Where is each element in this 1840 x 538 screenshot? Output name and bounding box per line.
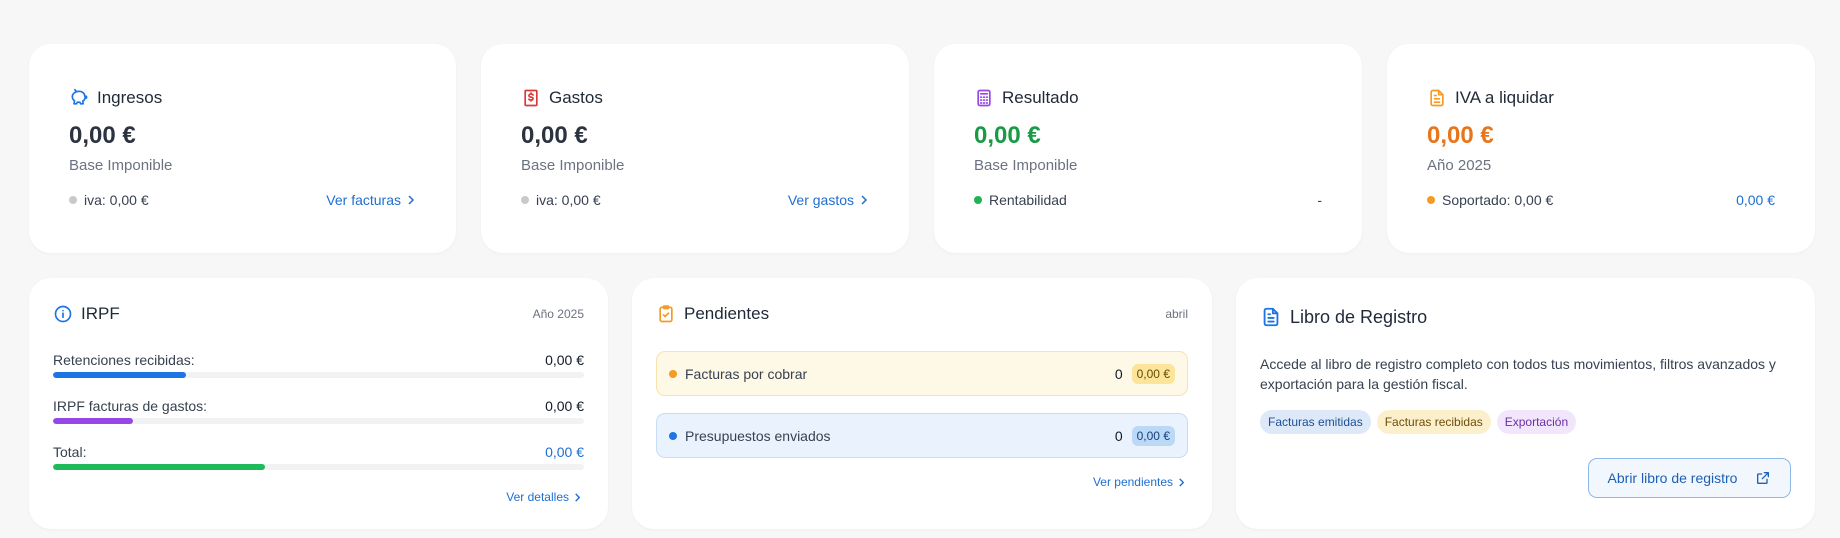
row-label: Total: [53,444,87,460]
receipt-dollar-icon [521,88,541,108]
status-dot [1427,196,1435,204]
irpf-year: Año 2025 [532,307,584,321]
irpf-header: IRPF Año 2025 [53,304,584,324]
stat-footer-text: iva: 0,00 € [536,192,601,208]
libro-tags: Facturas emitidas Facturas recibidas Expor… [1260,410,1582,434]
progress-bar [53,464,584,470]
row-label: IRPF facturas de gastos: [53,398,208,414]
status-dot [521,196,529,204]
stat-footer: iva: 0,00 € Ver facturas [69,192,416,208]
item-label: Presupuestos enviados [685,427,831,444]
row-value: 0,00 € [545,398,584,414]
iva-amount-link[interactable]: 0,00 € [1736,192,1775,208]
irpf-card: IRPF Año 2025 Retenciones recibidas: 0,00… [29,278,608,529]
calculator-icon [974,88,994,108]
row-value: 0,00 € [545,444,584,460]
chevron-right-icon [1179,477,1185,487]
stat-value: 0,00 € [1427,122,1494,149]
libro-description: Accede al libro de registro completo con… [1260,356,1776,392]
progress-bar [53,372,584,378]
stat-subtitle: Base Imponible [521,157,625,174]
libro-header: Libro de Registro [1260,306,1791,328]
stat-title: IVA a liquidar [1455,88,1554,107]
item-label: Facturas por cobrar [685,365,808,382]
progress-bar [53,418,584,424]
status-dot [69,196,77,204]
stat-header: Ingresos [69,88,162,108]
libro-title: Libro de Registro [1290,306,1428,327]
stat-subtitle: Base Imponible [974,157,1078,174]
item-count: 0 [1114,427,1123,444]
external-link-icon [1755,470,1771,486]
irpf-total-row: Total: 0,00 € [53,444,584,470]
stat-card-iva: IVA a liquidar 0,00 € Año 2025 Soportado… [1387,44,1815,253]
stat-footer-text: Rentabilidad [989,192,1067,208]
stat-title: Gastos [549,88,603,107]
abrir-libro-button[interactable]: Abrir libro de registro [1588,458,1791,498]
irpf-title: IRPF [81,304,120,323]
button-label: Abrir libro de registro [1607,470,1738,486]
status-dot [974,196,982,204]
item-count: 0 [1114,365,1123,382]
ver-gastos-link[interactable]: Ver gastos [788,192,869,208]
status-dot [669,369,677,378]
stat-card-resultado: Resultado 0,00 € Base Imponible Rentabil… [934,44,1362,253]
ver-facturas-link[interactable]: Ver facturas [326,192,416,208]
stat-value: 0,00 € [69,122,136,149]
facturas-por-cobrar-item[interactable]: Facturas por cobrar 0 0,00 € [656,351,1188,396]
stat-card-ingresos: Ingresos 0,00 € Base Imponible iva: 0,00… [29,44,456,253]
progress-fill [53,372,186,378]
stat-header: Gastos [521,88,603,108]
libro-registro-card: Libro de Registro Accede al libro de reg… [1236,278,1815,529]
stat-footer: Soportado: 0,00 € 0,00 € [1427,192,1775,208]
stat-subtitle: Base Imponible [69,157,173,174]
ver-pendientes-link[interactable]: Ver pendientes [1093,475,1186,489]
pendientes-header: Pendientes abril [656,304,1188,324]
stat-card-gastos: Gastos 0,00 € Base Imponible iva: 0,00 €… [481,44,909,253]
stat-subtitle: Año 2025 [1427,157,1492,174]
tag-facturas-recibidas: Facturas recibidas [1376,410,1491,434]
rentabilidad-value: - [1317,192,1322,208]
chevron-right-icon [575,492,581,502]
tag-exportacion: Exportación [1496,410,1577,434]
irpf-retenciones-row: Retenciones recibidas: 0,00 € [53,352,584,378]
progress-fill [53,418,133,424]
chevron-right-icon [861,195,868,205]
chevron-right-icon [408,195,415,205]
stat-value: 0,00 € [974,122,1041,149]
item-amount-badge: 0,00 € [1131,425,1175,446]
stat-header: IVA a liquidar [1427,88,1554,108]
stat-title: Ingresos [97,88,163,107]
stat-header: Resultado [974,88,1079,108]
stat-footer: iva: 0,00 € Ver gastos [521,192,869,208]
tag-facturas-emitidas: Facturas emitidas [1260,410,1371,434]
item-amount-badge: 0,00 € [1131,363,1175,384]
document-icon [1427,88,1447,108]
stat-footer: Rentabilidad - [974,192,1322,208]
row-value: 0,00 € [545,352,584,368]
clipboard-check-icon [656,304,676,324]
piggy-bank-icon [69,88,89,108]
status-dot [669,431,677,440]
pendientes-title: Pendientes [684,304,770,323]
irpf-gastos-row: IRPF facturas de gastos: 0,00 € [53,398,584,424]
stat-title: Resultado [1002,88,1079,107]
pendientes-card: Pendientes abril Facturas por cobrar 0 0… [632,278,1212,529]
pendientes-month: abril [1165,307,1188,321]
row-label: Retenciones recibidas: [53,352,195,368]
info-icon [53,304,73,324]
stat-footer-text: Soportado: 0,00 € [1442,192,1554,208]
file-text-icon [1260,306,1282,328]
presupuestos-enviados-item[interactable]: Presupuestos enviados 0 0,00 € [656,413,1188,458]
ver-detalles-link[interactable]: Ver detalles [506,490,582,504]
stat-footer-text: iva: 0,00 € [84,192,149,208]
progress-fill [53,464,266,470]
stat-value: 0,00 € [521,122,588,149]
